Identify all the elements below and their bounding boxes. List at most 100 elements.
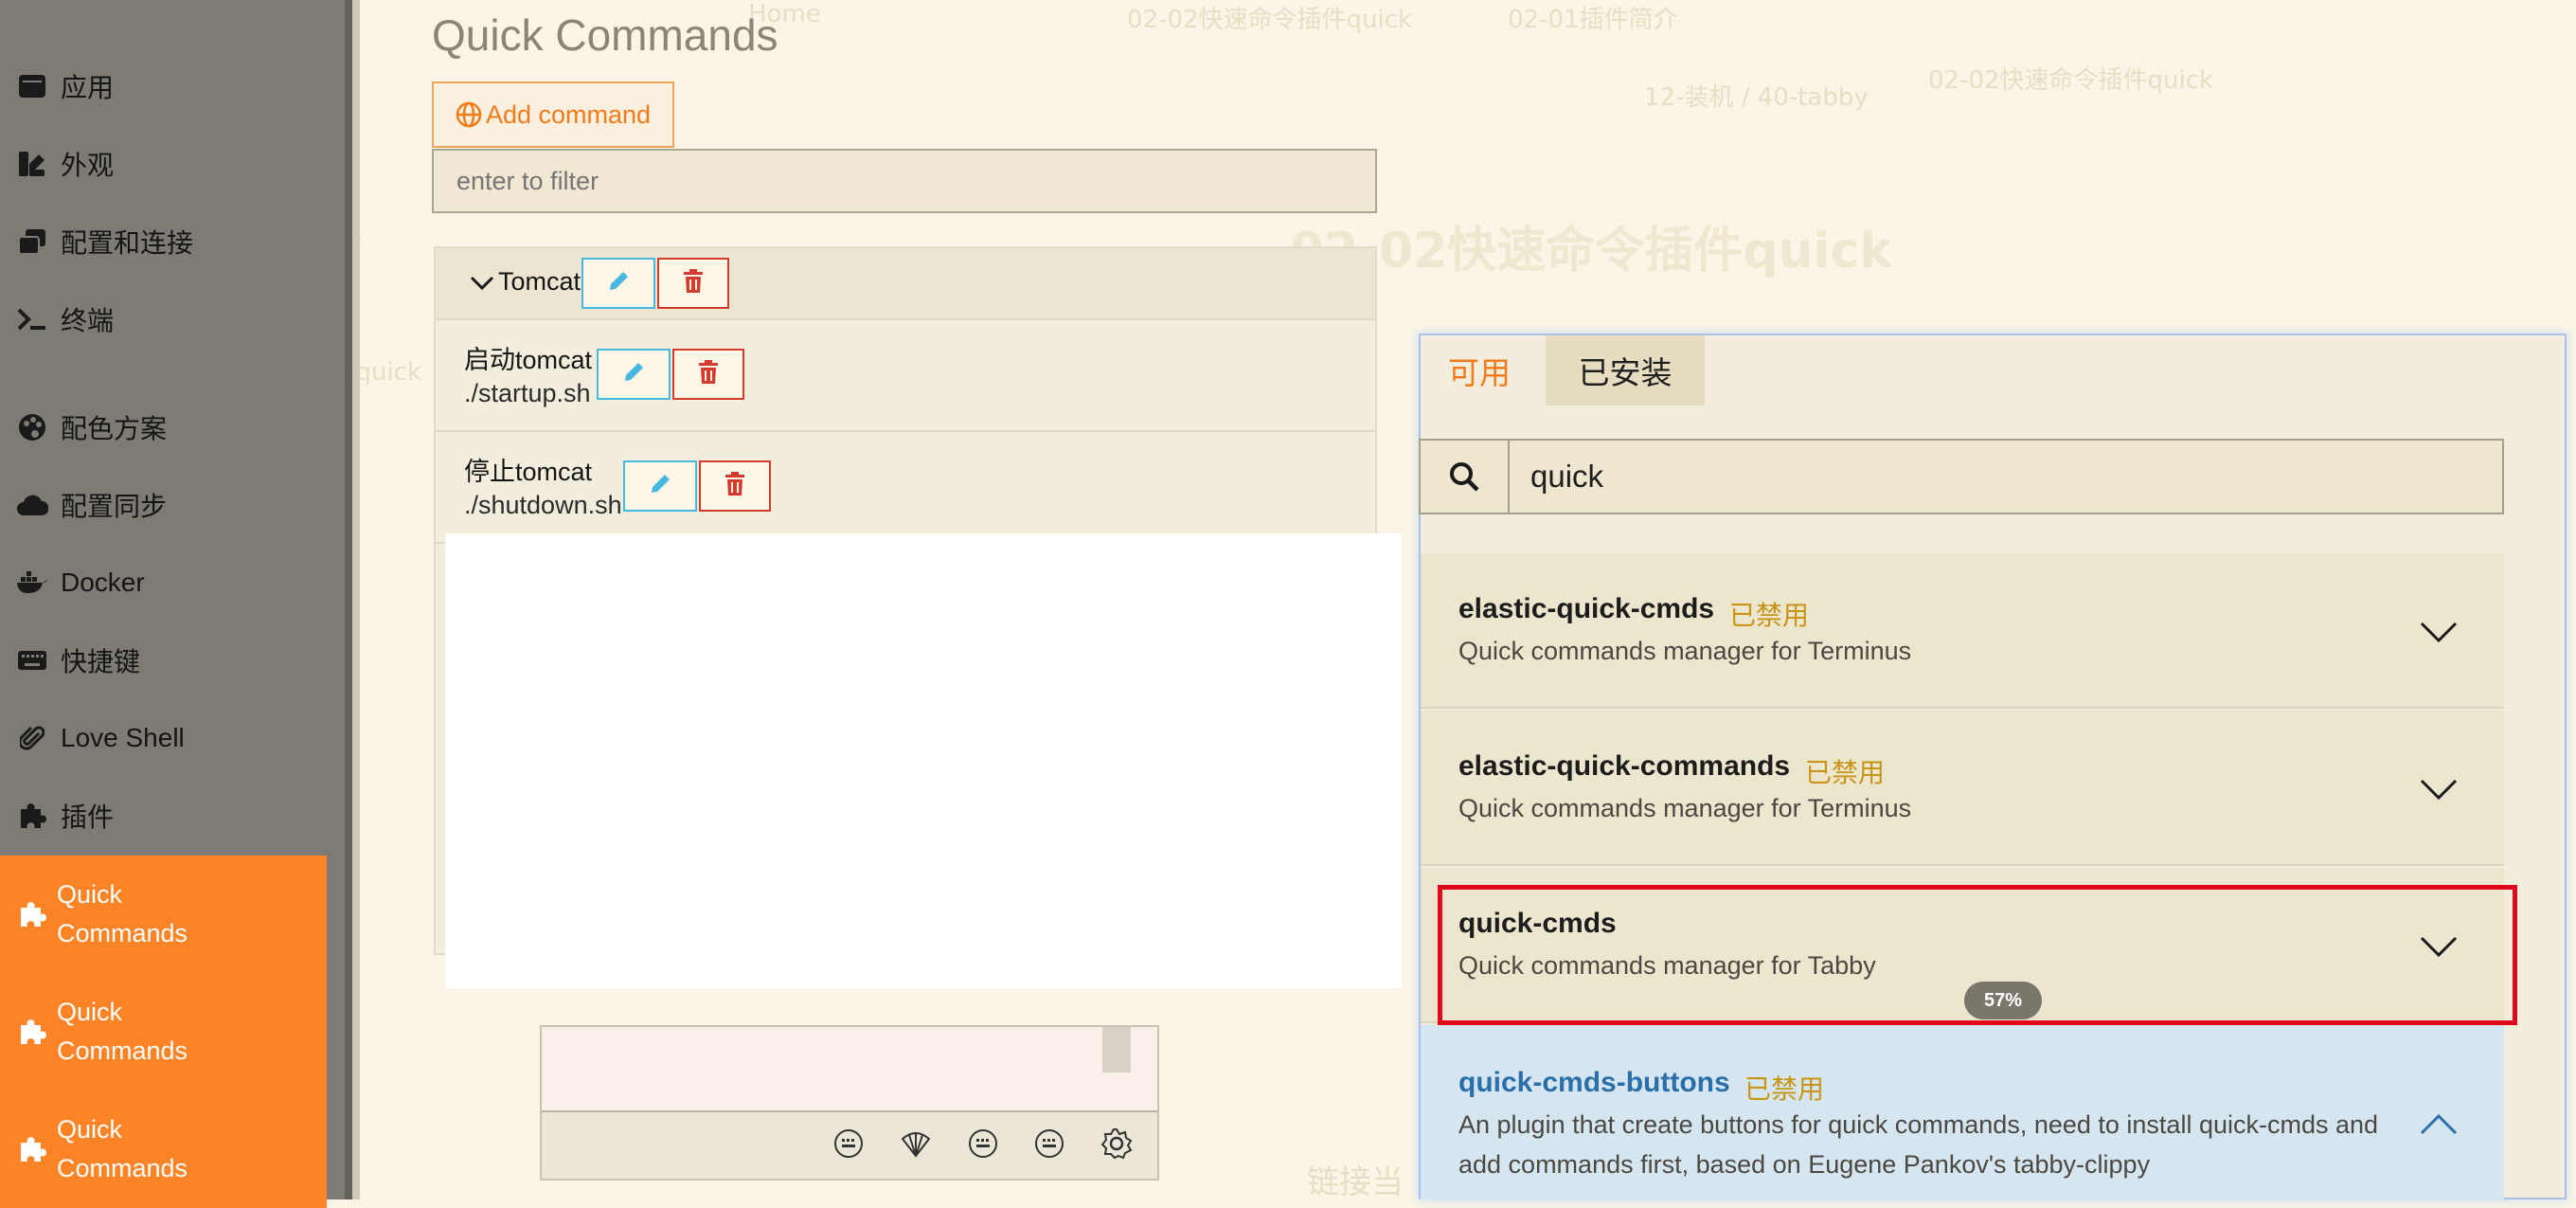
command-row[interactable]: 停止tomcat ./shutdown.sh <box>436 432 1375 544</box>
command-name: 停止tomcat <box>464 458 593 486</box>
plugin-item-quick-cmds-buttons[interactable]: quick-cmds-buttons 已禁用 An plugin that cr… <box>1421 1025 2504 1199</box>
chevron-up-icon[interactable] <box>2419 1112 2459 1142</box>
chevron-down-icon[interactable] <box>2419 620 2459 649</box>
sidebar-item-label: 配色方案 <box>61 414 168 443</box>
sidebar-resize-handle[interactable] <box>352 0 360 1199</box>
keyboard-icon[interactable] <box>968 1128 998 1163</box>
command-group-header[interactable]: Tomcat <box>436 248 1375 320</box>
sidebar-item-quick-commands[interactable]: Quick Commands <box>0 856 327 973</box>
sidebar-item-label: 配置和连接 <box>61 228 194 258</box>
search-icon <box>1421 441 1510 513</box>
bg-doc-tab-3: 02-02快速命令插件quick <box>1928 66 2214 95</box>
appearance-icon <box>13 151 51 177</box>
sidebar-item-docker[interactable]: Docker <box>0 544 327 622</box>
keyboard-icon <box>13 650 51 671</box>
status-badge: 已禁用 <box>1744 1074 1825 1104</box>
plugin-name: elastic-quick-commands <box>1458 750 1791 782</box>
puzzle-icon <box>13 1135 51 1163</box>
add-command-label: Add command <box>485 99 652 129</box>
plugin-name: quick-cmds-buttons <box>1458 1067 1730 1098</box>
keyboard-icon[interactable] <box>1034 1128 1064 1163</box>
puzzle-icon <box>13 802 51 830</box>
mini-terminal-toolbar <box>542 1110 1157 1179</box>
status-badge: 已禁用 <box>1805 758 1886 787</box>
blank-overlay <box>445 533 1402 988</box>
trash-icon <box>724 471 745 501</box>
keyboard-icon[interactable] <box>833 1128 864 1163</box>
profiles-icon <box>13 228 51 255</box>
sidebar-item-label: Docker <box>61 568 145 597</box>
edit-command-button[interactable] <box>623 460 697 512</box>
delete-group-button[interactable] <box>657 258 729 309</box>
bg-footer: 链接当 <box>1307 1163 1404 1201</box>
chevron-down-icon[interactable] <box>2419 777 2459 806</box>
docker-icon <box>13 570 51 595</box>
terminal-icon <box>13 308 51 331</box>
command-text: ./startup.sh <box>464 379 591 407</box>
sidebar-item-label: 应用 <box>61 73 115 102</box>
sidebar-item-color-scheme[interactable]: 配色方案 <box>0 388 327 466</box>
progress-badge: 57% <box>1964 982 2042 1019</box>
sidebar-item-terminal[interactable]: 终端 <box>0 280 327 358</box>
sidebar-item-plugins[interactable]: 插件 <box>0 777 327 855</box>
bg-doc-tab-2: 02-01插件简介 <box>1508 6 1678 34</box>
page-title: Quick Commands <box>432 10 778 60</box>
plugin-description-line2: add commands first, based on Eugene Pank… <box>1458 1150 2151 1179</box>
sidebar-item-label: 插件 <box>61 802 115 832</box>
delete-command-button[interactable] <box>672 349 744 400</box>
sidebar-item-label: 外观 <box>61 151 115 180</box>
plugin-description: Quick commands manager for Terminus <box>1458 794 1912 822</box>
bg-doc-title: 02-02快速命令插件quick <box>1290 223 1892 279</box>
pencil-icon <box>648 472 672 501</box>
sidebar-item-love-shell[interactable]: Love Shell <box>0 699 327 777</box>
plugin-item-elastic-quick-commands[interactable]: elastic-quick-commands 已禁用 Quick command… <box>1421 711 2504 866</box>
edit-command-button[interactable] <box>597 349 671 400</box>
sidebar-item-application[interactable]: 应用 <box>0 47 327 125</box>
puzzle-icon <box>13 1018 51 1046</box>
sidebar-item-label: Love Shell <box>61 723 185 752</box>
command-row[interactable]: 启动tomcat ./startup.sh <box>436 320 1375 432</box>
sidebar-divider <box>345 0 352 1199</box>
command-text: ./shutdown.sh <box>464 491 622 519</box>
pencil-icon <box>621 360 646 389</box>
bg-breadcrumb: 12-装机 / 40-tabby <box>1644 83 1869 112</box>
add-command-button[interactable]: Add command <box>432 81 674 148</box>
gear-icon[interactable] <box>1100 1127 1133 1164</box>
plugin-search <box>1419 439 2504 514</box>
plugin-item-elastic-quick-cmds[interactable]: elastic-quick-cmds 已禁用 Quick commands ma… <box>1421 553 2504 709</box>
sidebar-item-label: Quick Commands <box>57 880 188 947</box>
edit-group-button[interactable] <box>581 258 655 309</box>
plugin-description: An plugin that create buttons for quick … <box>1458 1110 2379 1139</box>
tab-available[interactable]: 可用 <box>1421 335 1538 406</box>
sidebar-item-quick-commands-2[interactable]: Quick Commands <box>0 973 327 1091</box>
delete-command-button[interactable] <box>699 460 771 512</box>
tab-label: 可用 <box>1448 355 1511 390</box>
filter-input[interactable] <box>432 149 1377 213</box>
paperclip-icon <box>13 724 51 752</box>
trash-icon <box>683 268 704 298</box>
shell-icon[interactable] <box>900 1129 932 1163</box>
pencil-icon <box>606 269 631 298</box>
palette-icon <box>13 413 51 442</box>
sidebar-item-label: Quick Commands <box>57 998 188 1065</box>
scrollbar[interactable] <box>1102 1027 1131 1073</box>
sidebar-item-label: 快捷键 <box>61 647 141 676</box>
trash-icon <box>698 359 719 389</box>
globe-icon <box>456 101 482 128</box>
mini-terminal-window <box>540 1025 1159 1181</box>
tab-installed[interactable]: 已安装 <box>1546 335 1705 406</box>
sidebar-item-profiles[interactable]: 配置和连接 <box>0 203 327 280</box>
sidebar-item-quick-commands-3[interactable]: Quick Commands <box>0 1091 327 1208</box>
bg-doc-tab: 02-02快速命令插件quick <box>1127 6 1413 34</box>
settings-sidebar: 应用 外观 配置和连接 终端 配色方案 配置同步 Docker 快捷键 Love… <box>0 0 350 1208</box>
command-name: 启动tomcat <box>464 346 593 374</box>
sidebar-item-appearance[interactable]: 外观 <box>0 125 327 203</box>
plugin-search-input[interactable] <box>1512 441 2496 513</box>
cloud-icon <box>13 494 51 516</box>
sidebar-item-hotkeys[interactable]: 快捷键 <box>0 622 327 699</box>
chevron-down-icon[interactable] <box>470 275 494 297</box>
plugin-name: elastic-quick-cmds <box>1458 593 1715 624</box>
sidebar-item-label: 配置同步 <box>61 492 168 521</box>
sidebar-item-config-sync[interactable]: 配置同步 <box>0 466 327 544</box>
tab-label: 已安装 <box>1578 355 1673 390</box>
